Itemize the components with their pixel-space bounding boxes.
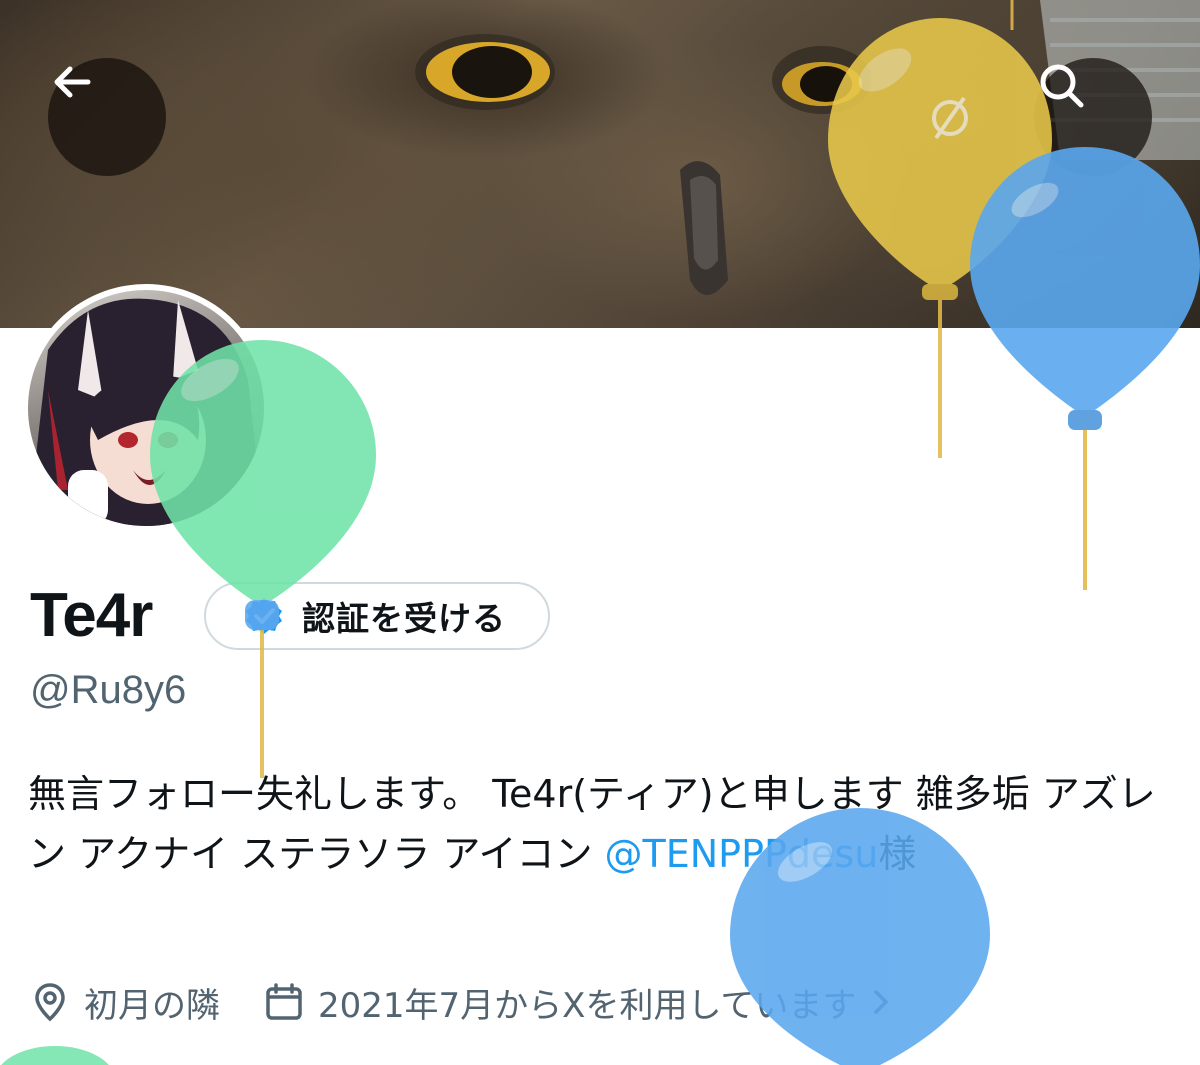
location-pin-icon (35, 983, 65, 1022)
search-button[interactable] (1034, 58, 1152, 176)
location-item: 初月の隣 (30, 978, 220, 1027)
chevron-right-icon (874, 990, 889, 1014)
bio-text: 無言フォロー失礼します。 Te4r(ティア)と申します 雑多垢 アズレン アクナ… (28, 772, 1156, 876)
profile-bio: 無言フォロー失礼します。 Te4r(ティア)と申します 雑多垢 アズレン アクナ… (28, 764, 1158, 884)
joined-text: 2021年7月からXを利用しています (318, 985, 857, 1026)
username-handle: @Ru8y6 (30, 668, 187, 712)
joined-item[interactable]: 2021年7月からXを利用しています (264, 978, 906, 1027)
profile-screen: Te4r 認証を受ける @Ru8y6 無言フォロー失礼します。 Te4r(ティア… (0, 0, 1200, 1065)
banner-owl-image (415, 0, 1200, 295)
profile-meta: 初月の隣 2021年7月からXを利用しています (30, 972, 950, 1032)
bio-suffix: 様 (878, 832, 917, 876)
get-verified-button[interactable]: 認証を受ける (204, 582, 550, 650)
avatar-image (28, 290, 264, 526)
back-button[interactable] (48, 58, 166, 176)
verified-badge-icon (246, 598, 282, 634)
location-text: 初月の隣 (84, 985, 220, 1026)
profile-banner[interactable] (0, 0, 1200, 328)
avatar[interactable] (22, 284, 270, 532)
search-icon (1040, 64, 1084, 108)
calendar-icon (266, 983, 302, 1020)
display-name: Te4r (30, 581, 153, 650)
green-balloon-edge-icon (1, 1046, 109, 1065)
bio-mention-link[interactable]: @TENPPPdesu (605, 832, 879, 876)
get-verified-label: 認証を受ける (302, 599, 506, 638)
arrow-left-icon (54, 66, 91, 98)
